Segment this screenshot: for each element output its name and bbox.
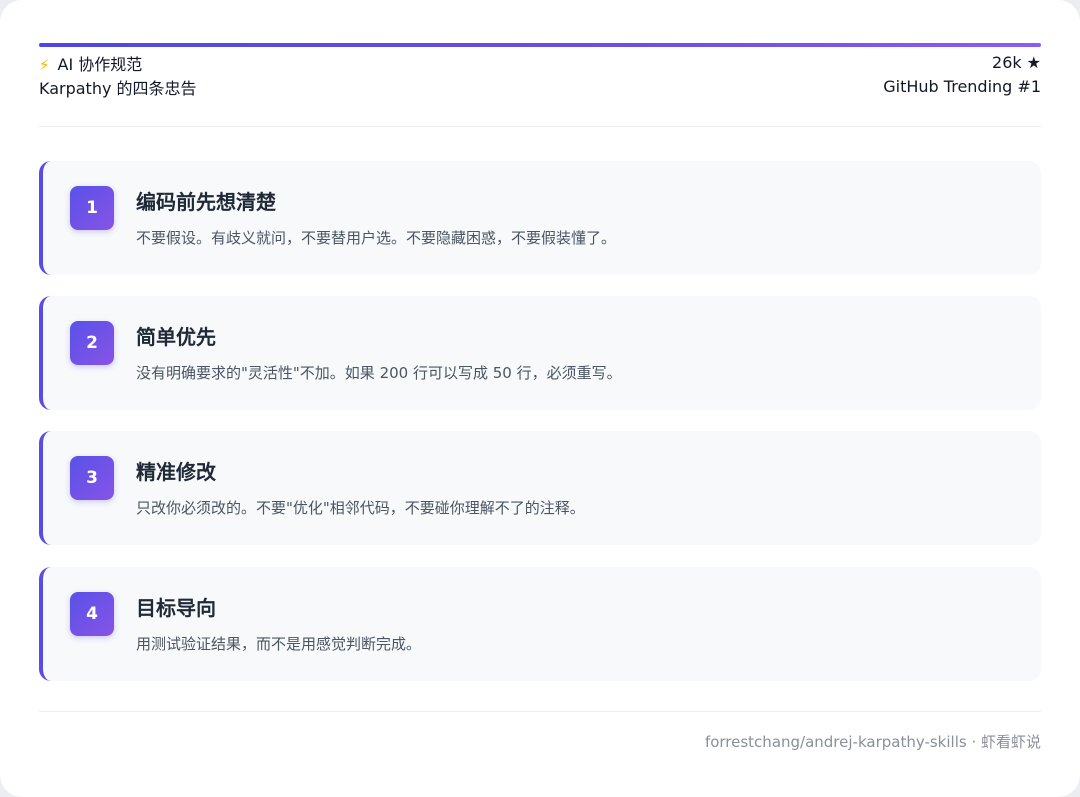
rule-number-badge: 3 (70, 456, 114, 500)
accent-bar (39, 43, 1041, 47)
category-label: AI 协作规范 (57, 55, 143, 74)
rule-number-badge: 2 (70, 321, 114, 365)
rule-card-3: 3 精准修改 只改你必须改的。不要"优化"相邻代码，不要碰你理解不了的注释。 (39, 431, 1041, 545)
rule-number-badge: 4 (70, 592, 114, 636)
header-left: ⚡ AI 协作规范 Karpathy 的四条忠告 (39, 53, 197, 101)
rule-card-2: 2 简单优先 没有明确要求的"灵活性"不加。如果 200 行可以写成 50 行，… (39, 296, 1041, 410)
lightning-bolt-icon: ⚡ (39, 56, 50, 74)
rule-description: 没有明确要求的"灵活性"不加。如果 200 行可以写成 50 行，必须重写。 (136, 364, 622, 382)
category-row: ⚡ AI 协作规范 (39, 53, 197, 77)
rule-number-badge: 1 (70, 186, 114, 230)
rule-description: 只改你必须改的。不要"优化"相邻代码，不要碰你理解不了的注释。 (136, 499, 585, 517)
card: ⚡ AI 协作规范 Karpathy 的四条忠告 26k ★ GitHub Tren… (0, 0, 1080, 797)
header-right: 26k ★ GitHub Trending #1 (883, 51, 1041, 99)
rule-description: 不要假设。有歧义就问，不要替用户选。不要隐藏困惑，不要假装懂了。 (136, 229, 617, 247)
star-count: 26k (992, 53, 1022, 72)
rule-title: 编码前先想清楚 (136, 190, 276, 214)
rule-card-4: 4 目标导向 用测试验证结果，而不是用感觉判断完成。 (39, 567, 1041, 681)
footer-credit: forrestchang/andrej-karpathy-skills · 虾看… (704, 733, 1041, 751)
rule-card-1: 1 编码前先想清楚 不要假设。有歧义就问，不要替用户选。不要隐藏困惑，不要假装懂… (39, 161, 1041, 275)
stars-row: 26k ★ (883, 51, 1041, 75)
trending-badge: GitHub Trending #1 (883, 77, 1041, 96)
footer-divider (39, 711, 1041, 712)
rule-title: 精准修改 (136, 460, 216, 484)
star-icon: ★ (1026, 53, 1041, 72)
header-divider (39, 126, 1041, 127)
rule-title: 简单优先 (136, 325, 216, 349)
rule-description: 用测试验证结果，而不是用感觉判断完成。 (136, 635, 422, 653)
rule-title: 目标导向 (136, 596, 216, 620)
subtitle: Karpathy 的四条忠告 (39, 79, 197, 98)
